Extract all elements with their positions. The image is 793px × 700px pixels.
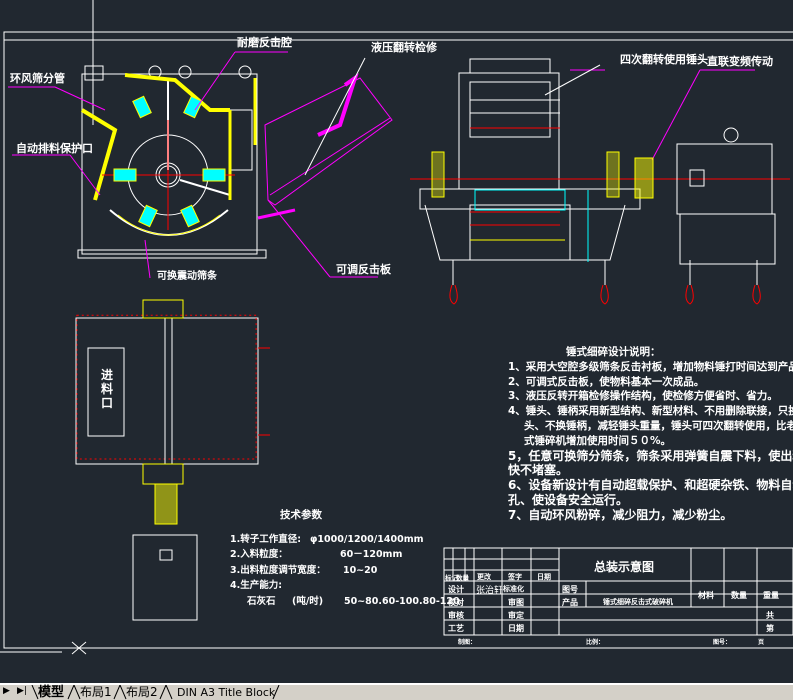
tb-scale: 比例： (586, 639, 605, 646)
notes-title: 锤式细碎设计说明： (566, 346, 661, 358)
tb-designer: 张治轩 (476, 586, 504, 596)
param-row: 2.入料粒度： 60－120mm (230, 549, 403, 560)
tb-drawing-no: 图号 (562, 585, 578, 594)
crusher-front-view (410, 58, 790, 305)
tb-header-change: 更改 (477, 573, 491, 581)
tb-total: 共 (766, 611, 774, 620)
note-line: 头、不换锤柄，减轻锤头重量，锤头可四次翻转使用，比老 (524, 419, 793, 432)
tb-page: 图号： (713, 639, 732, 646)
param-row: 3.出料粒度调节宽度： 10~20 (230, 564, 378, 576)
tb-header-date: 日期 (537, 573, 551, 581)
tb-approve: 审定 (508, 611, 524, 620)
drawing-title: 总装示意图 (594, 560, 655, 574)
design-notes: 锤式细碎设计说明： 1、采用大空腔多级筛条反击衬板，增加物料锤打时间达到产品细碎… (508, 345, 793, 523)
tb-quantity: 数量 (731, 591, 747, 600)
layout-tab-bar: ▶ ▶| 模型 布局1 布局2 DIN A3 Title Block (0, 683, 793, 700)
note-line: 1、采用大空腔多级筛条反击衬板，增加物料锤打时间达到产品细碎。 (508, 360, 793, 373)
tb-date: 日期 (508, 624, 524, 633)
tb-drawn-by: 制图： (458, 639, 477, 646)
label-auto-discharge: 自动排料保护口 (16, 142, 93, 155)
label-feed-inlet: 进料口 (101, 368, 114, 410)
label-adjustable-plate: 可调反击板 (336, 263, 391, 276)
technical-parameters: 技术参数 1.转子工作直径: φ1000/1200/1400mm 2.入料粒度： 6… (230, 508, 460, 609)
param-row: 4.生产能力: (230, 580, 283, 591)
tb-weight: 重量 (763, 591, 779, 600)
tb-check: 校对 (448, 598, 464, 607)
tb-header-count: 数量 (456, 574, 469, 582)
label-wear-chamber: 耐磨反击腔 (237, 36, 292, 49)
label-ring-screen-tube: 环风筛分管 (10, 72, 65, 85)
tb-sheet: 第 (766, 624, 774, 633)
label-screen-bars: 可换震动筛条 (157, 271, 217, 282)
note-line: 2、可调式反击板，使物料基本一次成品。 (508, 375, 705, 388)
tb-process: 工艺 (448, 624, 464, 633)
crusher-side-view (77, 65, 267, 259)
tb-design: 设计 (448, 585, 464, 594)
note-line: 7、自动环风粉碎，减少阻力，减少粉尘。 (508, 507, 733, 522)
note-line: 式锤碎机增加使用时间５０%。 (524, 434, 672, 447)
note-line: 3、液压反转开箱检修操作结构，使检修方便省时、省力。 (508, 390, 778, 403)
tb-product: 产品 (562, 598, 578, 607)
tb-material: 材料 (698, 591, 714, 600)
label-four-times-hammer: 四次翻转使用锤头 (620, 53, 708, 66)
note-line: 孔、使设备安全运行。 (508, 492, 629, 507)
tb-product-name: 锤式细碎反击式破碎机 (603, 598, 673, 606)
tab-dividers (31, 685, 280, 700)
tb-page-no: 页 (758, 639, 765, 646)
note-line: 快不堵塞。 (508, 463, 569, 478)
label-direct-drive: 直联变频传动 (707, 55, 773, 68)
label-hydraulic-flip: 液压翻转检修 (371, 41, 437, 54)
tb-standardize: 标准化 (503, 585, 524, 593)
tb-review: 审图 (508, 598, 524, 607)
note-line: 4、锤头、锤柄采用新型结构、新型材料、不用删除联接，只换锤 (508, 405, 793, 418)
param-row: 1.转子工作直径: φ1000/1200/1400mm (230, 533, 424, 545)
params-title: 技术参数 (280, 509, 322, 521)
note-line: 5，任意可换筛分筛条，筛条采用弹簧自震下料，使出料畅 (508, 448, 793, 463)
param-row: 石灰石 (吨/时) 50~80.60-100.80-120 (247, 595, 460, 607)
tb-audit: 审核 (448, 611, 464, 620)
tb-header-sign: 签字 (508, 573, 522, 581)
note-line: 6、设备新设计有自动超载保护、和超硬杂铁、物料自动排出 (508, 478, 793, 493)
hydraulic-flip-door (257, 72, 393, 220)
